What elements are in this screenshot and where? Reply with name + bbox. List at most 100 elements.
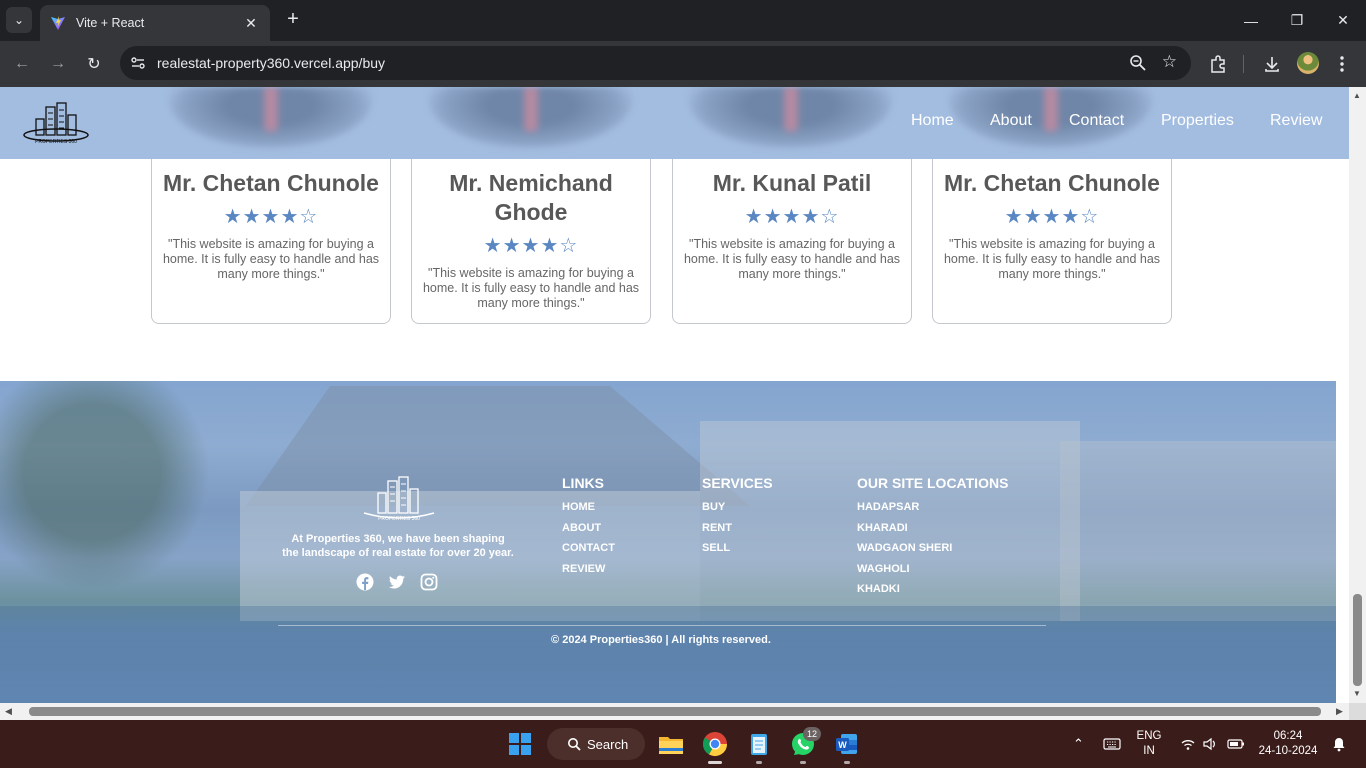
footer-bg-roof bbox=[246, 386, 750, 506]
back-button[interactable]: ← bbox=[9, 51, 35, 77]
footer-locations-column: OUR SITE LOCATIONS HADAPSAR KHARADI WADG… bbox=[857, 475, 1008, 604]
site-logo[interactable]: PROPERTIES 360 bbox=[22, 101, 90, 145]
horizontal-scroll-thumb[interactable] bbox=[29, 707, 1321, 716]
reload-button[interactable]: ↻ bbox=[81, 51, 107, 77]
bookmark-star-icon[interactable]: ☆ bbox=[1162, 52, 1177, 72]
profile-avatar[interactable] bbox=[1297, 52, 1319, 74]
tab-strip: ⌄ Vite + React ✕ + — ❐ ✕ bbox=[0, 0, 1366, 41]
site-header: PROPERTIES 360 Home About Contact Proper… bbox=[0, 87, 1349, 159]
restore-button[interactable]: ❐ bbox=[1274, 0, 1320, 41]
vite-icon bbox=[51, 16, 65, 30]
vertical-scroll-thumb[interactable] bbox=[1353, 594, 1362, 686]
language-code: ENG bbox=[1136, 730, 1162, 742]
whatsapp-badge: 12 bbox=[803, 727, 821, 741]
minimize-button[interactable]: — bbox=[1228, 0, 1274, 41]
reload-icon: ↻ bbox=[87, 56, 101, 73]
more-menu-icon[interactable] bbox=[1332, 54, 1352, 74]
vertical-scrollbar[interactable]: ▲ ▼ bbox=[1349, 87, 1366, 703]
footer-logo[interactable]: PROPERTIES 360 bbox=[360, 475, 438, 521]
horizontal-scrollbar[interactable]: ◀ ▶ bbox=[0, 703, 1349, 720]
chrome-icon[interactable] bbox=[699, 728, 731, 760]
footer-service-sell[interactable]: SELL bbox=[702, 542, 773, 563]
footer-location[interactable]: HADAPSAR bbox=[857, 501, 1008, 522]
twitter-icon[interactable] bbox=[388, 573, 406, 591]
scroll-left-arrow-icon[interactable]: ◀ bbox=[5, 706, 12, 717]
taskbar-search[interactable]: Search bbox=[547, 728, 645, 760]
windows-taskbar: Search 12 W ⌃ ENG IN 06:24 24-10-2024 bbox=[0, 720, 1366, 768]
facebook-icon[interactable] bbox=[356, 573, 374, 591]
footer-locations-title: OUR SITE LOCATIONS bbox=[857, 475, 1009, 491]
windows-start-icon[interactable] bbox=[504, 728, 536, 760]
chevron-down-icon: ⌄ bbox=[13, 13, 25, 27]
battery-icon[interactable] bbox=[1227, 736, 1245, 752]
footer-location[interactable]: WADGAON SHERI bbox=[857, 542, 1008, 563]
nav-about[interactable]: About bbox=[990, 112, 1032, 130]
review-card: Mr. Nemichand Ghode ★★★★☆ "This website … bbox=[411, 139, 651, 324]
wifi-icon[interactable] bbox=[1180, 736, 1196, 752]
footer-link-review[interactable]: REVIEW bbox=[562, 563, 615, 584]
footer-location[interactable]: WAGHOLI bbox=[857, 563, 1008, 584]
reviewer-photo-blurred bbox=[428, 87, 633, 149]
footer-link-contact[interactable]: CONTACT bbox=[562, 542, 615, 563]
language-indicator[interactable]: ENG IN bbox=[1132, 729, 1166, 759]
word-running-indicator bbox=[844, 761, 850, 764]
file-explorer-icon[interactable] bbox=[655, 728, 687, 760]
zoom-icon[interactable] bbox=[1129, 54, 1147, 72]
region-code: IN bbox=[1143, 745, 1155, 757]
scroll-down-arrow-icon[interactable]: ▼ bbox=[1353, 689, 1361, 698]
nav-properties[interactable]: Properties bbox=[1161, 112, 1234, 130]
footer-link-home[interactable]: HOME bbox=[562, 501, 615, 522]
toolbar-divider bbox=[1243, 55, 1244, 73]
footer-link-about[interactable]: ABOUT bbox=[562, 522, 615, 543]
footer-links-title: LINKS bbox=[562, 475, 604, 491]
review-quote: "This website is amazing for buying a ho… bbox=[683, 237, 901, 281]
footer-copyright: © 2024 Properties360 | All rights reserv… bbox=[551, 634, 771, 646]
footer-service-rent[interactable]: RENT bbox=[702, 522, 773, 543]
reviewer-name: Mr. Kunal Patil bbox=[712, 170, 872, 196]
site-footer: PROPERTIES 360 At Properties 360, we hav… bbox=[0, 381, 1336, 703]
footer-bg-palm bbox=[0, 381, 230, 611]
reviewer-name: Mr. Nemichand Ghode bbox=[449, 170, 613, 225]
notification-bell-icon[interactable] bbox=[1331, 736, 1347, 752]
clock-time: 06:24 bbox=[1273, 730, 1303, 742]
review-quote: "This website is amazing for buying a ho… bbox=[943, 237, 1161, 281]
tray-chevron-up-icon[interactable]: ⌃ bbox=[1073, 736, 1089, 752]
forward-button[interactable]: → bbox=[45, 51, 71, 77]
footer-divider bbox=[278, 625, 1046, 626]
instagram-icon[interactable] bbox=[420, 573, 438, 591]
scroll-up-arrow-icon[interactable]: ▲ bbox=[1353, 91, 1361, 100]
browser-toolbar: ← → ↻ realestat-property360.vercel.app/b… bbox=[0, 41, 1366, 87]
word-icon[interactable]: W bbox=[831, 728, 863, 760]
download-icon[interactable] bbox=[1262, 54, 1282, 74]
nav-review[interactable]: Review bbox=[1270, 112, 1322, 130]
rating-stars: ★★★★☆ bbox=[223, 206, 319, 228]
close-window-button[interactable]: ✕ bbox=[1320, 0, 1366, 41]
search-icon bbox=[568, 738, 581, 751]
nav-contact[interactable]: Contact bbox=[1069, 112, 1124, 130]
footer-location[interactable]: KHADKI bbox=[857, 583, 1008, 604]
reviewer-name: Mr. Chetan Chunole bbox=[944, 170, 1160, 196]
rating-stars: ★★★★☆ bbox=[1004, 206, 1100, 228]
extensions-icon[interactable] bbox=[1208, 54, 1228, 74]
keyboard-icon[interactable] bbox=[1103, 736, 1121, 752]
reviewer-photo-blurred bbox=[168, 87, 373, 149]
close-tab-icon[interactable]: ✕ bbox=[242, 15, 260, 32]
footer-service-buy[interactable]: BUY bbox=[702, 501, 773, 522]
scroll-right-arrow-icon[interactable]: ▶ bbox=[1336, 706, 1343, 717]
volume-icon[interactable] bbox=[1202, 736, 1218, 752]
tab-title: Vite + React bbox=[76, 16, 145, 30]
svg-text:PROPERTIES 360: PROPERTIES 360 bbox=[35, 139, 77, 145]
taskbar-clock[interactable]: 06:24 24-10-2024 bbox=[1256, 729, 1320, 759]
tab-active[interactable]: Vite + React ✕ bbox=[40, 5, 270, 41]
notepad-running-indicator bbox=[756, 761, 762, 764]
notepad-icon[interactable] bbox=[743, 728, 775, 760]
footer-location[interactable]: KHARADI bbox=[857, 522, 1008, 543]
nav-home[interactable]: Home bbox=[911, 112, 954, 130]
footer-about-text: At Properties 360, we have been shaping … bbox=[282, 533, 514, 559]
address-bar[interactable]: realestat-property360.vercel.app/buy ☆ bbox=[120, 46, 1191, 80]
site-settings-icon[interactable] bbox=[130, 55, 146, 71]
tab-search-button[interactable]: ⌄ bbox=[6, 7, 32, 33]
new-tab-button[interactable]: + bbox=[282, 9, 304, 31]
review-card: Mr. Chetan Chunole ★★★★☆ "This website i… bbox=[932, 139, 1172, 324]
svg-text:PROPERTIES 360: PROPERTIES 360 bbox=[378, 516, 420, 521]
